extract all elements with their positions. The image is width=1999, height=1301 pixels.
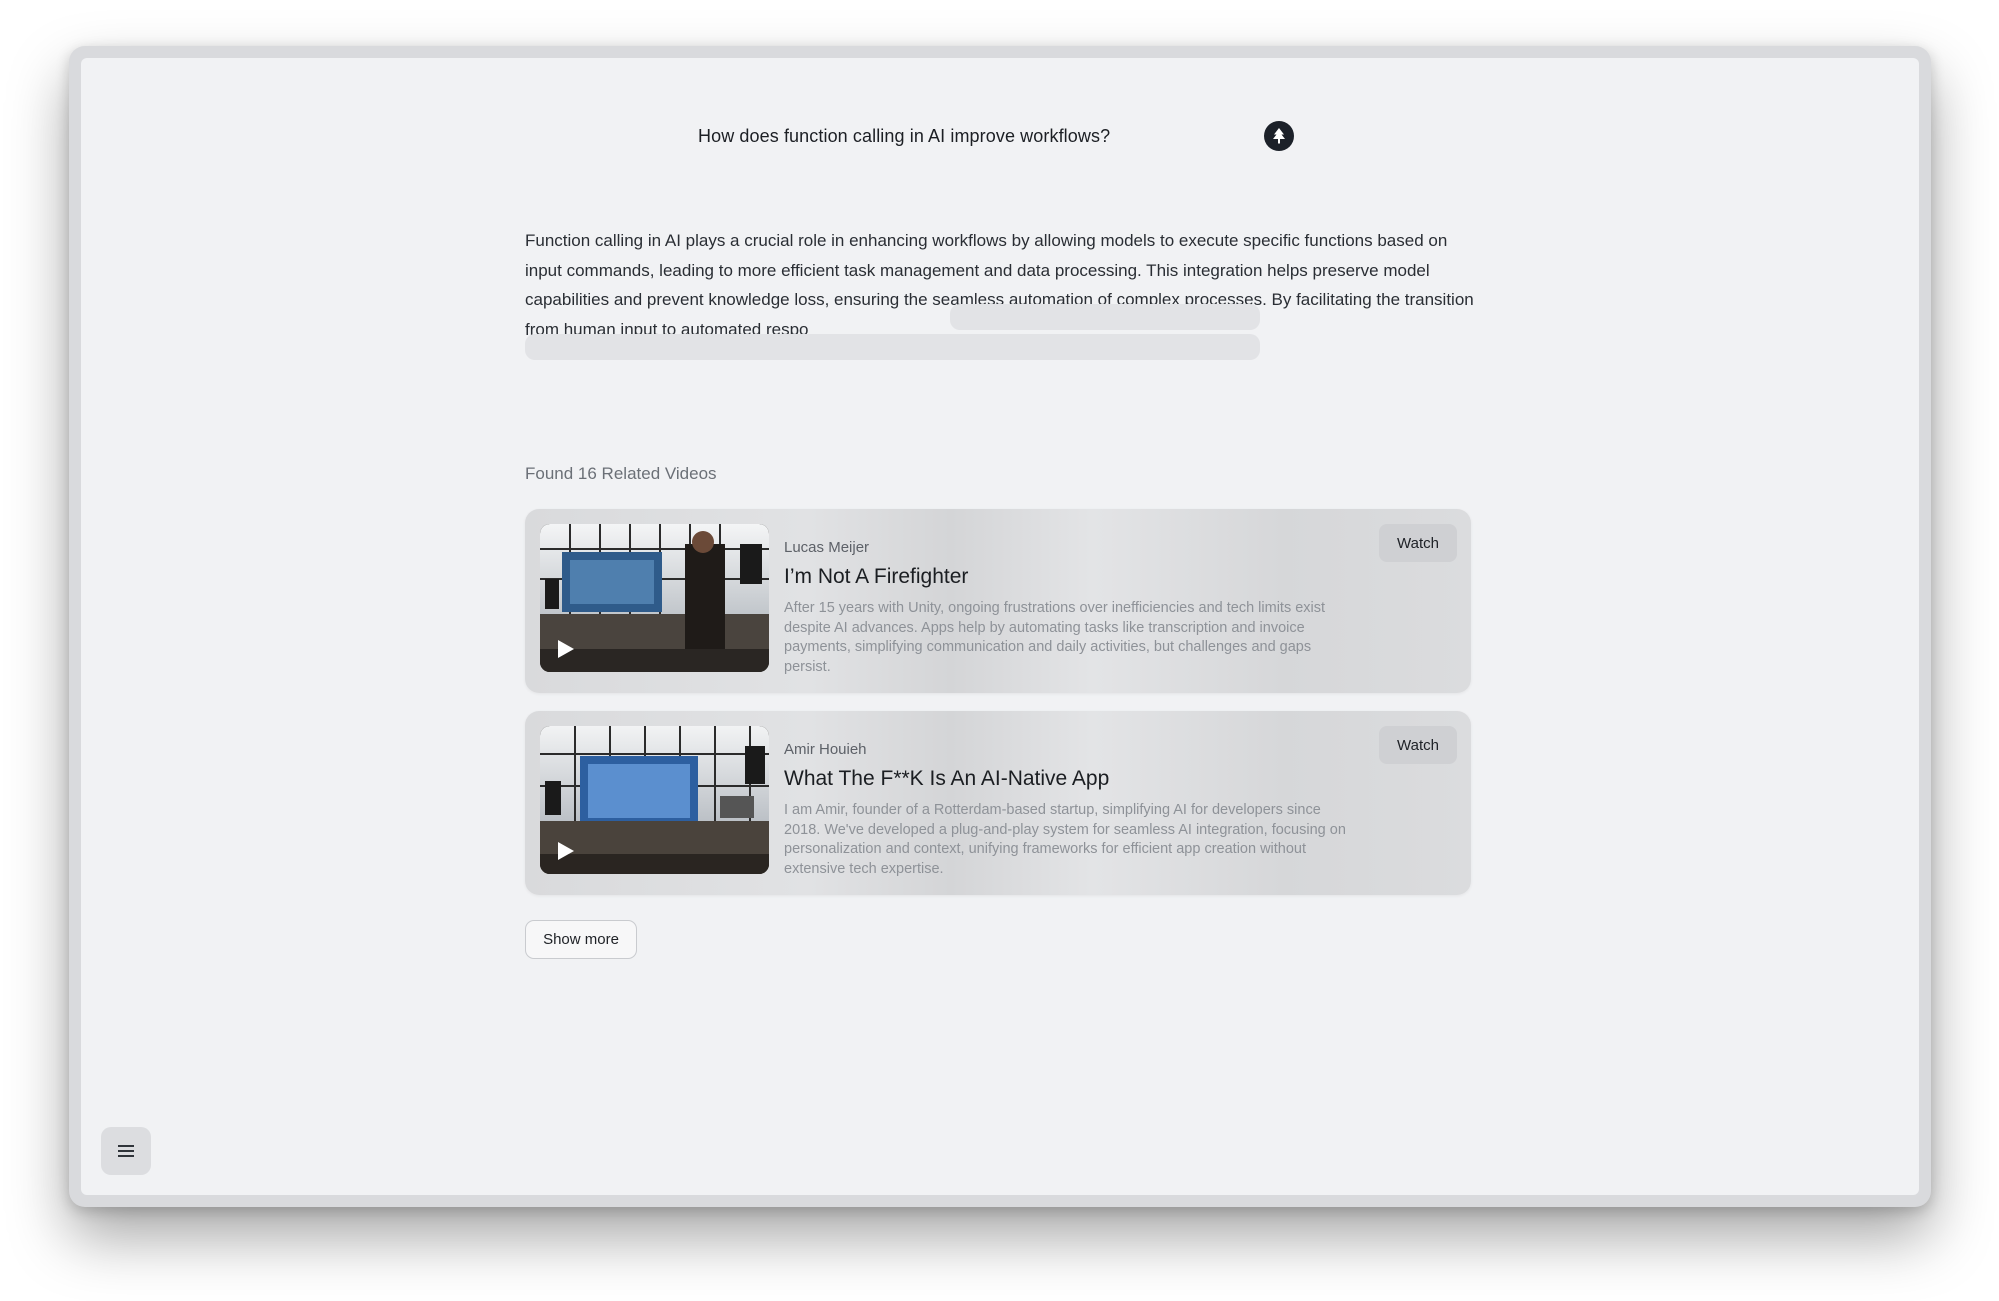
video-card[interactable]: Amir Houieh What The F**K Is An AI-Nativ…	[525, 711, 1471, 895]
watch-button[interactable]: Watch	[1379, 726, 1457, 764]
show-more-button[interactable]: Show more	[525, 920, 637, 959]
app-window: How does function calling in AI improve …	[69, 46, 1931, 1207]
answer-block: Function calling in AI plays a crucial r…	[525, 226, 1485, 360]
loading-skeleton-line	[525, 334, 1260, 360]
play-icon[interactable]	[554, 638, 576, 660]
menu-icon[interactable]	[101, 1127, 151, 1175]
video-card[interactable]: Lucas Meijer I’m Not A Firefighter After…	[525, 509, 1471, 693]
loading-skeleton-line	[950, 304, 1260, 330]
video-thumbnail[interactable]	[540, 726, 769, 874]
video-thumbnail[interactable]	[540, 524, 769, 672]
video-description: I am Amir, founder of a Rotterdam-based …	[784, 802, 1346, 878]
video-description: After 15 years with Unity, ongoing frust…	[784, 600, 1326, 676]
play-icon[interactable]	[554, 840, 576, 862]
related-videos-heading: Found 16 Related Videos	[525, 464, 717, 483]
tree-icon[interactable]	[1264, 121, 1294, 151]
video-author: Lucas Meijer	[784, 539, 870, 556]
watch-button[interactable]: Watch	[1379, 524, 1457, 562]
main-screen: How does function calling in AI improve …	[81, 58, 1919, 1195]
query-text: How does function calling in AI improve …	[698, 126, 1111, 146]
video-author: Amir Houieh	[784, 741, 867, 758]
video-title[interactable]: I’m Not A Firefighter	[784, 565, 968, 589]
video-title[interactable]: What The F**K Is An AI-Native App	[784, 767, 1109, 791]
